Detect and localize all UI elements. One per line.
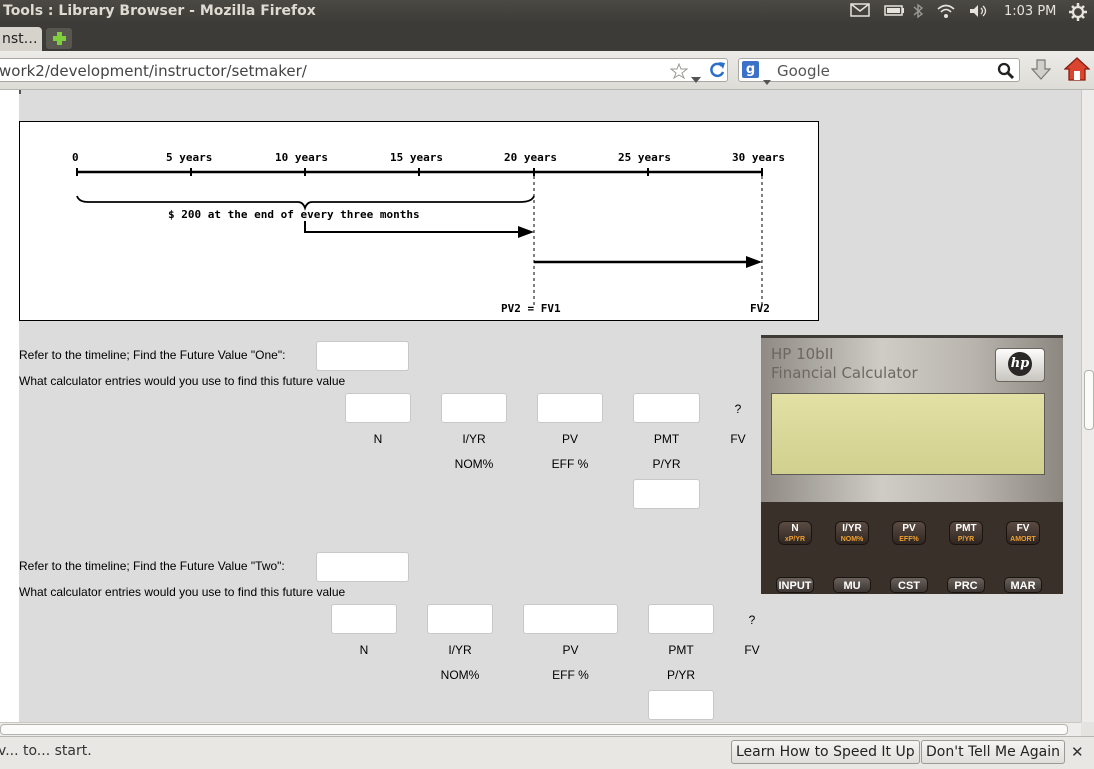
window-title: Tools : Library Browser - Mozilla Firefo… bbox=[3, 3, 316, 19]
wifi-icon[interactable] bbox=[936, 3, 956, 23]
q2-col-pyr: P/YR bbox=[666, 668, 695, 682]
q1-fv-unknown: ? bbox=[734, 402, 742, 416]
close-notification-icon[interactable]: ✕ bbox=[1071, 743, 1084, 761]
payment-label: $ 200 at the end of every three months bbox=[168, 208, 420, 221]
calc-key-input: INPUT bbox=[776, 577, 814, 593]
dont-tell-again-button[interactable]: Don't Tell Me Again bbox=[921, 740, 1065, 764]
home-icon[interactable] bbox=[1063, 56, 1091, 86]
calculator-subtitle: Financial Calculator bbox=[771, 364, 918, 382]
bookmark-star-icon[interactable] bbox=[669, 62, 689, 83]
q1-iyr-input[interactable] bbox=[441, 393, 507, 423]
url-bar[interactable]: work2/development/instructor/setmaker/ bbox=[0, 58, 728, 82]
mail-icon[interactable] bbox=[850, 3, 870, 21]
q1-col-pyr: P/YR bbox=[652, 457, 681, 471]
tick-label-15: 15 years bbox=[390, 151, 443, 164]
q1-col-iyr: I/YR bbox=[462, 432, 486, 446]
future-value-two-input[interactable] bbox=[316, 552, 409, 582]
marker-fv2: FV2 bbox=[750, 302, 770, 315]
q2-col-fv: FV bbox=[744, 643, 760, 657]
q2-pmt-input[interactable] bbox=[648, 604, 714, 634]
q1-pmt-input[interactable] bbox=[633, 393, 700, 423]
marker-pv2-fv1: PV2 = FV1 bbox=[501, 302, 561, 315]
page-dot bbox=[19, 90, 21, 94]
left-margin bbox=[0, 90, 19, 722]
q2-pyr-input[interactable] bbox=[648, 690, 714, 720]
calc-key-mar: MAR bbox=[1004, 577, 1042, 593]
calc-key-pmt: PMT P/YR bbox=[949, 521, 983, 545]
q2-col-n: N bbox=[359, 643, 369, 657]
tick-label-25: 25 years bbox=[618, 151, 671, 164]
learn-speed-button[interactable]: Learn How to Speed It Up bbox=[731, 740, 920, 764]
horizontal-scrollbar[interactable] bbox=[0, 722, 1081, 736]
tick-label-30: 30 years bbox=[732, 151, 785, 164]
hp-logo: hp bbox=[995, 348, 1045, 382]
q1-col-n: N bbox=[373, 432, 383, 446]
q1-col-eff: EFF % bbox=[551, 457, 589, 471]
scroll-corner bbox=[1081, 722, 1094, 736]
tick-label-10: 10 years bbox=[275, 151, 328, 164]
bluetooth-icon[interactable] bbox=[912, 3, 924, 23]
calc-key-prc: PRC bbox=[947, 577, 985, 593]
q1-col-nom: NOM% bbox=[454, 457, 494, 471]
horizontal-scroll-thumb[interactable] bbox=[0, 724, 1068, 735]
question-1-entries-prompt: What calculator entries would you use to… bbox=[19, 374, 346, 388]
new-tab-plus-icon[interactable] bbox=[46, 28, 72, 49]
q2-n-input[interactable] bbox=[331, 604, 397, 634]
timeline-diagram: 0 5 years 10 years 15 years 20 years 25 … bbox=[19, 121, 819, 321]
question-1-prompt: Refer to the timeline; Find the Future V… bbox=[19, 348, 286, 362]
url-text: work2/development/instructor/setmaker/ bbox=[0, 62, 307, 80]
magnifier-icon[interactable] bbox=[997, 62, 1015, 87]
q1-pv-input[interactable] bbox=[537, 393, 603, 423]
navigation-bar: work2/development/instructor/setmaker/ g… bbox=[0, 51, 1094, 90]
engine-dropdown-icon[interactable] bbox=[763, 68, 771, 92]
q2-fv-unknown: ? bbox=[748, 613, 756, 627]
battery-icon[interactable] bbox=[884, 3, 906, 21]
reload-icon[interactable] bbox=[707, 60, 727, 84]
q2-iyr-input[interactable] bbox=[427, 604, 493, 634]
q1-n-input[interactable] bbox=[345, 393, 411, 423]
tick-label-0: 0 bbox=[72, 151, 79, 164]
q2-col-eff: EFF % bbox=[552, 668, 589, 682]
calculator-top-edge bbox=[761, 335, 1063, 338]
q1-pyr-input[interactable] bbox=[633, 479, 700, 509]
search-input[interactable]: Google bbox=[777, 59, 830, 83]
q1-col-pmt: PMT bbox=[653, 432, 680, 446]
vertical-scroll-thumb[interactable] bbox=[1084, 370, 1094, 430]
hp-logo-mark: hp bbox=[1008, 352, 1032, 376]
tick-label-20: 20 years bbox=[504, 151, 557, 164]
q2-pv-input[interactable] bbox=[523, 604, 618, 634]
window-title-bar: Tools : Library Browser - Mozilla Firefo… bbox=[0, 0, 1094, 24]
vertical-scrollbar[interactable] bbox=[1081, 90, 1094, 722]
calc-key-fv: FV AMORT bbox=[1006, 521, 1040, 545]
google-engine-icon[interactable]: g bbox=[742, 61, 759, 78]
volume-icon[interactable] bbox=[968, 3, 990, 23]
calc-key-pv: PV EFF% bbox=[892, 521, 926, 545]
calculator-image: HP 10bII Financial Calculator hp NxP/YR … bbox=[761, 335, 1063, 594]
calc-key-iyr: I/YR NOM% bbox=[835, 521, 869, 545]
calc-key-n: NxP/YR bbox=[778, 521, 812, 545]
q2-col-iyr: I/YR bbox=[448, 643, 472, 657]
q1-col-fv: FV bbox=[730, 432, 746, 446]
q1-col-pv: PV bbox=[561, 432, 578, 446]
download-icon[interactable] bbox=[1030, 58, 1052, 86]
calc-key-mu: MU bbox=[833, 577, 871, 593]
calculator-display bbox=[771, 393, 1045, 475]
tab-library-browser[interactable]: nst… bbox=[0, 27, 42, 51]
status-text: v... to... start. bbox=[0, 743, 92, 759]
q2-col-pmt: PMT bbox=[668, 643, 694, 657]
history-dropdown-icon[interactable] bbox=[691, 68, 701, 87]
clock[interactable]: 1:03 PM bbox=[1004, 4, 1056, 19]
q2-col-pv: PV bbox=[562, 643, 579, 657]
tab-bar: nst… bbox=[0, 24, 1094, 51]
gear-icon[interactable] bbox=[1069, 3, 1087, 25]
question-2-entries-prompt: What calculator entries would you use to… bbox=[19, 585, 346, 599]
calculator-brand: HP 10bII bbox=[771, 345, 834, 363]
search-box[interactable]: g Google bbox=[738, 58, 1020, 85]
calc-key-cst: CST bbox=[890, 577, 928, 593]
tick-label-5: 5 years bbox=[166, 151, 213, 164]
future-value-one-input[interactable] bbox=[316, 341, 409, 371]
question-2-prompt: Refer to the timeline; Find the Future V… bbox=[19, 559, 285, 573]
q2-col-nom: NOM% bbox=[440, 668, 480, 682]
